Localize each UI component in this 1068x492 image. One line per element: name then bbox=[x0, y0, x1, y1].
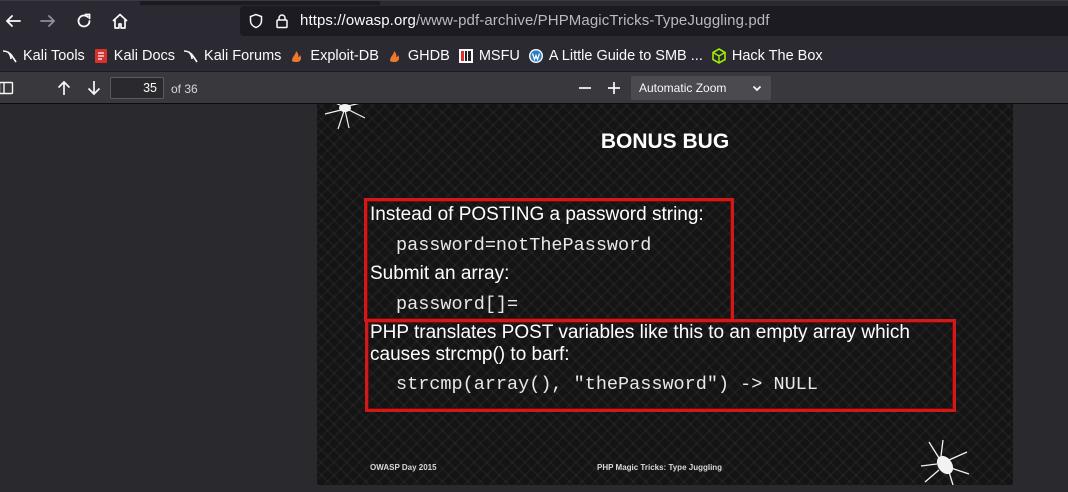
slide-text-line: Instead of POSTING a password string: bbox=[370, 204, 704, 225]
forward-button[interactable] bbox=[36, 9, 60, 33]
exploit-db-icon bbox=[289, 48, 305, 64]
url-host: https://owasp.org bbox=[300, 12, 416, 29]
sidebar-icon bbox=[0, 81, 14, 95]
wordpress-icon bbox=[528, 48, 544, 64]
bookmark-label: Kali Docs bbox=[113, 47, 176, 64]
page-count: of 36 bbox=[171, 82, 198, 96]
tab-strip-edge bbox=[140, 1, 380, 5]
cockroach-logo-icon bbox=[920, 440, 970, 485]
bookmark-label: Hack The Box bbox=[731, 47, 823, 64]
forward-icon bbox=[40, 15, 56, 27]
slide-title: BONUS BUG bbox=[600, 130, 730, 153]
bookmark-kali-forums[interactable]: Kali Forums bbox=[181, 40, 287, 71]
bookmark-kali-docs[interactable]: Kali Docs bbox=[91, 40, 181, 71]
bookmark-label: Exploit-DB bbox=[310, 47, 379, 64]
bookmarks-toolbar: Kali Tools Kali Docs Kali Forums Exploit… bbox=[0, 40, 1068, 71]
bookmark-smb-guide[interactable]: A Little Guide to SMB ... bbox=[526, 40, 709, 71]
plus-icon bbox=[608, 82, 620, 94]
code-line: password[]= bbox=[396, 294, 519, 315]
bookmark-label: Kali Forums bbox=[204, 47, 282, 64]
bookmark-msfu[interactable]: MSFU bbox=[456, 40, 526, 71]
sidebar-toggle-button[interactable] bbox=[0, 78, 16, 98]
previous-page-button[interactable] bbox=[54, 78, 74, 98]
kali-dragon-icon bbox=[2, 48, 18, 64]
next-page-button[interactable] bbox=[84, 78, 104, 98]
bookmark-label: GHDB bbox=[407, 47, 450, 64]
bookmark-exploit-db[interactable]: Exploit-DB bbox=[287, 40, 385, 71]
reload-button[interactable] bbox=[72, 9, 96, 33]
shield-icon[interactable] bbox=[248, 13, 264, 34]
cockroach-logo-icon bbox=[324, 104, 366, 130]
bookmark-label: Kali Tools bbox=[23, 47, 85, 64]
address-bar[interactable]: https://owasp.org/www-pdf-archive/PHPMag… bbox=[240, 6, 1068, 36]
slide-footer-event: OWASP Day 2015 bbox=[370, 463, 437, 472]
chevron-down-icon bbox=[751, 82, 763, 97]
page-number-input[interactable] bbox=[110, 77, 164, 99]
ghdb-icon bbox=[387, 48, 403, 64]
bookmark-hack-the-box[interactable]: Hack The Box bbox=[709, 40, 829, 71]
code-line: strcmp(array(), "thePassword") -> NULL bbox=[396, 374, 818, 395]
arrow-down-icon bbox=[87, 81, 101, 96]
zoom-out-button[interactable] bbox=[575, 78, 595, 98]
navigation-toolbar: https://owasp.org/www-pdf-archive/PHPMag… bbox=[0, 0, 1068, 41]
hack-the-box-icon bbox=[711, 47, 727, 64]
slide-text-line: Submit an array: bbox=[370, 263, 510, 284]
arrow-up-icon bbox=[57, 80, 71, 95]
kali-docs-icon bbox=[93, 48, 109, 64]
zoom-value: Automatic Zoom bbox=[639, 81, 727, 95]
back-icon bbox=[5, 15, 21, 27]
bookmark-label: MSFU bbox=[478, 47, 520, 64]
slide-footer-title: PHP Magic Tricks: Type Juggling bbox=[597, 463, 723, 472]
msfu-icon bbox=[458, 48, 474, 64]
slide-text-line: causes strcmp() to barf: bbox=[370, 344, 570, 365]
url-path: /www-pdf-archive/PHPMagicTricks-TypeJugg… bbox=[415, 12, 770, 29]
slide-text-line: PHP translates POST variables like this … bbox=[370, 322, 910, 343]
lock-icon[interactable] bbox=[274, 13, 290, 34]
zoom-select[interactable]: Automatic Zoom bbox=[631, 76, 771, 100]
home-button[interactable] bbox=[108, 9, 132, 33]
bookmark-kali-tools[interactable]: Kali Tools bbox=[0, 40, 91, 71]
back-button[interactable] bbox=[1, 9, 25, 33]
zoom-in-button[interactable] bbox=[604, 78, 624, 98]
pdf-page: BONUS BUG Instead of POSTING a password … bbox=[317, 104, 1013, 485]
bookmark-label: A Little Guide to SMB ... bbox=[548, 47, 703, 64]
kali-dragon-icon bbox=[183, 48, 199, 64]
minus-icon bbox=[579, 87, 591, 89]
home-icon bbox=[112, 13, 128, 29]
code-line: password=notThePassword bbox=[396, 235, 652, 256]
reload-icon bbox=[77, 13, 91, 28]
url-text[interactable]: https://owasp.org/www-pdf-archive/PHPMag… bbox=[300, 12, 769, 29]
pdf-viewer[interactable]: BONUS BUG Instead of POSTING a password … bbox=[0, 104, 1068, 492]
bookmark-ghdb[interactable]: GHDB bbox=[385, 40, 456, 71]
pdf-toolbar: of 36 Automatic Zoom bbox=[0, 71, 1068, 104]
